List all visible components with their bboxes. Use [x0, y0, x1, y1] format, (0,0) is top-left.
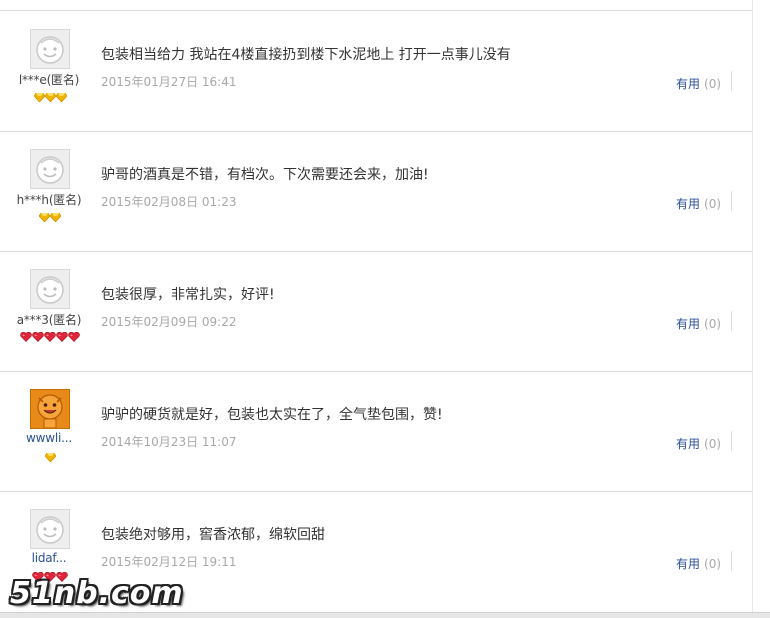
useful-count: (0): [704, 317, 722, 331]
member-level-badges: [10, 451, 90, 463]
red-heart-icon: [20, 331, 32, 343]
useful-separator: [731, 191, 732, 211]
useful-vote: 有用 (0): [676, 315, 721, 332]
useful-vote: 有用 (0): [676, 75, 721, 92]
gold-diamond-icon: [44, 451, 56, 463]
review-date: 2015年02月12日 19:11: [101, 555, 237, 569]
gold-diamond-icon: [49, 211, 62, 223]
review-content: 驴哥的酒真是不错，有档次。下次需要还会来，加油!: [101, 167, 429, 183]
bottom-scrollbar[interactable]: [0, 612, 770, 618]
review-date: 2015年01月27日 16:41: [101, 75, 237, 89]
useful-separator: [731, 311, 732, 331]
useful-count: (0): [704, 197, 722, 211]
review-date: 2015年02月08日 01:23: [101, 195, 237, 209]
member-level-badges: [10, 331, 90, 343]
red-heart-icon: [56, 331, 68, 343]
red-heart-icon: [32, 331, 44, 343]
useful-separator: [731, 431, 732, 451]
useful-button[interactable]: 有用: [676, 557, 700, 571]
useful-button[interactable]: 有用: [676, 317, 700, 331]
useful-count: (0): [704, 77, 722, 91]
review-content: 包装相当给力 我站在4楼直接扔到楼下水泥地上 打开一点事儿没有: [101, 47, 511, 63]
useful-button[interactable]: 有用: [676, 77, 700, 91]
review-item: a***3(匿名) 包装很厚，非常扎实，好评! 2015年02月09日 09:2…: [0, 251, 752, 372]
reviewer-name: h***h(匿名): [16, 193, 82, 207]
reviewer-name: a***3(匿名): [16, 313, 82, 327]
useful-vote: 有用 (0): [676, 555, 721, 572]
useful-separator: [731, 551, 732, 571]
red-heart-icon: [44, 331, 56, 343]
review-item: h***h(匿名) 驴哥的酒真是不错，有档次。下次需要还会来，加油! 2015年…: [0, 131, 752, 252]
useful-vote: 有用 (0): [676, 435, 721, 452]
useful-vote: 有用 (0): [676, 195, 721, 212]
right-divider: [752, 0, 753, 612]
default-avatar-icon[interactable]: [30, 509, 70, 549]
default-avatar-icon[interactable]: [30, 29, 70, 69]
reviewer-name-link[interactable]: lidaf...: [6, 551, 92, 565]
gold-diamond-icon: [38, 211, 51, 223]
useful-button[interactable]: 有用: [676, 197, 700, 211]
review-date: 2015年02月09日 09:22: [101, 315, 237, 329]
review-item: l***e(匿名) 包装相当给力 我站在4楼直接扔到楼下水泥地上 打开一点事儿没…: [0, 11, 752, 132]
review-item: wwwli... 驴驴的硬货就是好，包装也太实在了，全气垫包围，赞! 2014年…: [0, 371, 752, 492]
reviewer-name: l***e(匿名): [18, 73, 80, 87]
default-avatar-icon[interactable]: [30, 149, 70, 189]
useful-count: (0): [704, 437, 722, 451]
user-avatar-icon[interactable]: [30, 389, 70, 429]
useful-button[interactable]: 有用: [676, 437, 700, 451]
gold-diamond-icon: [33, 91, 45, 103]
review-content: 包装很厚，非常扎实，好评!: [101, 287, 275, 303]
reviewer-name-link[interactable]: wwwli...: [6, 431, 92, 445]
useful-separator: [731, 71, 732, 91]
review-content: 驴驴的硬货就是好，包装也太实在了，全气垫包围，赞!: [101, 407, 443, 423]
review-date: 2014年10月23日 11:07: [101, 435, 237, 449]
default-avatar-icon[interactable]: [30, 269, 70, 309]
useful-count: (0): [704, 557, 722, 571]
member-level-badges: [10, 91, 90, 103]
site-watermark-logo: 51nb.com: [10, 576, 184, 611]
gold-diamond-icon: [44, 91, 56, 103]
member-level-badges: [10, 211, 90, 223]
red-heart-icon: [68, 331, 80, 343]
gold-diamond-icon: [55, 91, 67, 103]
review-content: 包装绝对够用，窖香浓郁，绵软回甜: [101, 527, 325, 543]
